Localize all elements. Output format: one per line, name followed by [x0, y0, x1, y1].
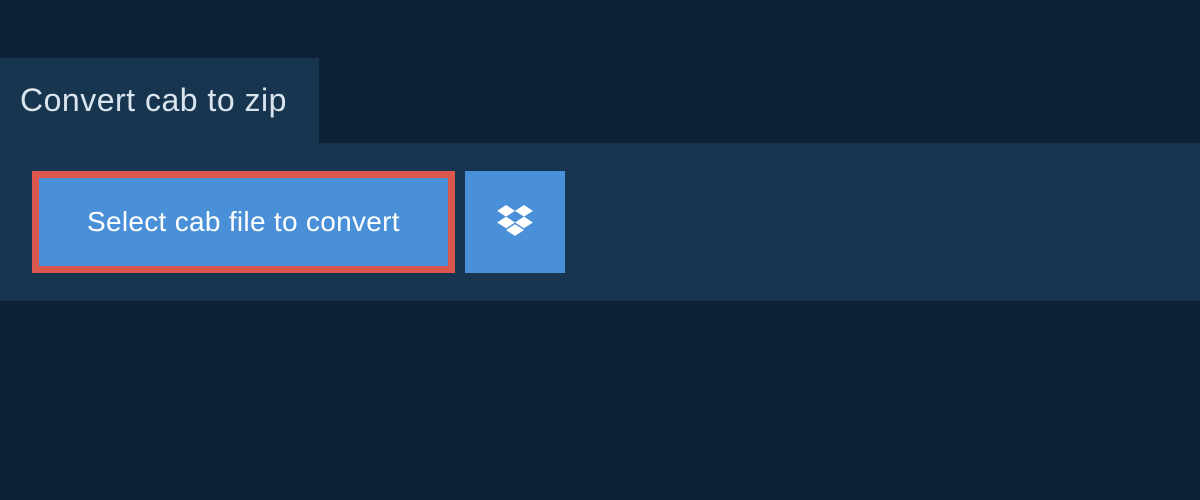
button-row: Select cab file to convert: [32, 171, 1200, 273]
dropbox-icon: [497, 205, 533, 239]
select-file-button[interactable]: Select cab file to convert: [39, 178, 448, 266]
header-tab: Convert cab to zip: [0, 58, 319, 143]
action-panel: Select cab file to convert: [0, 143, 1200, 301]
dropbox-button[interactable]: [465, 171, 565, 273]
page-title: Convert cab to zip: [20, 82, 287, 119]
select-file-highlight: Select cab file to convert: [32, 171, 455, 273]
